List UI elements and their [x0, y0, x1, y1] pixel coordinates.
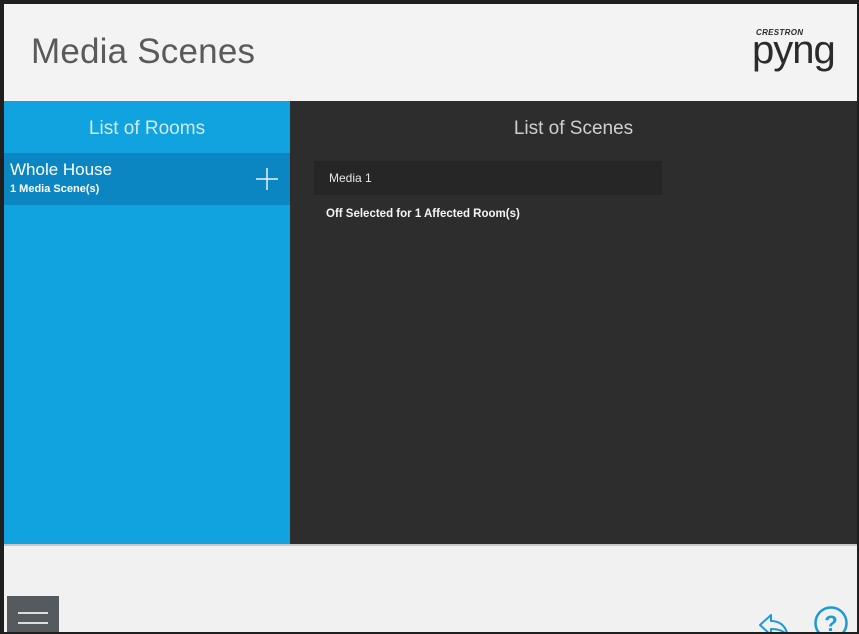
scene-label: Media 1 — [329, 171, 372, 185]
room-scene-count: 1 Media Scene(s) — [10, 183, 100, 195]
scene-status-text: Off Selected for 1 Affected Room(s) — [326, 208, 520, 220]
plus-icon[interactable] — [254, 166, 280, 192]
svg-text:?: ? — [824, 611, 837, 632]
menu-line — [18, 622, 48, 624]
scenes-panel-heading: List of Scenes — [513, 118, 634, 139]
rooms-panel-heading: List of Rooms — [88, 118, 206, 139]
room-item-whole-house[interactable]: Whole House 1 Media Scene(s) — [4, 153, 290, 205]
help-question-icon[interactable]: ? — [813, 605, 849, 632]
menu-line — [18, 612, 48, 614]
header: Media Scenes CRESTRON pyng — [4, 4, 857, 101]
logo-product: pyng — [752, 28, 836, 72]
hamburger-menu-button[interactable] — [7, 596, 59, 632]
page-title: Media Scenes — [31, 32, 256, 71]
app-frame: Media Scenes CRESTRON pyng List of Rooms… — [4, 4, 857, 632]
back-arrow-icon[interactable] — [757, 611, 791, 632]
rooms-panel: List of Rooms Whole House 1 Media Scene(… — [4, 101, 290, 544]
room-name: Whole House — [10, 160, 113, 179]
crestron-pyng-logo: CRESTRON pyng — [752, 24, 847, 79]
scene-item-media-1[interactable]: Media 1 — [314, 161, 662, 195]
scenes-panel: List of Scenes Media 1 Off Selected for … — [290, 101, 857, 544]
footer-bar: ? — [4, 544, 857, 632]
